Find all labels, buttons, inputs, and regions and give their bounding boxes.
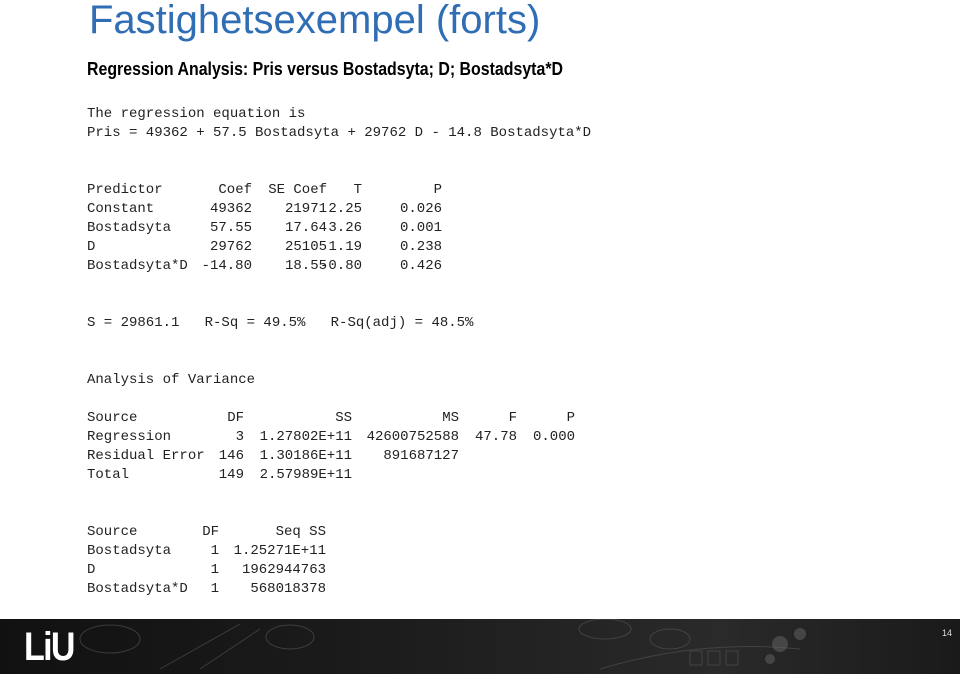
table-cell: 149 <box>218 467 244 483</box>
column-header: P <box>566 410 575 426</box>
footer-bar: LiU 14 <box>0 619 960 674</box>
table-cell: Residual Error <box>87 448 205 464</box>
anova-title: Analysis of Variance <box>87 372 256 388</box>
table-cell: 0.238 <box>399 239 442 255</box>
table-cell: 1 <box>210 581 219 597</box>
slide-subtitle: Regression Analysis: Pris versus Bostads… <box>87 58 563 79</box>
table-cell: 0.026 <box>399 201 442 217</box>
column-header: Coef <box>218 182 252 198</box>
equation-intro: The regression equation is <box>87 106 306 122</box>
table-cell: 568018378 <box>250 581 326 597</box>
column-header: DF <box>227 410 244 426</box>
table-cell: 2.57989E+11 <box>259 467 352 483</box>
table-cell: D <box>87 562 96 578</box>
table-cell: 0.001 <box>399 220 442 236</box>
table-cell: 1 <box>210 543 219 559</box>
fit-summary: S = 29861.1 R-Sq = 49.5% R-Sq(adj) = 48.… <box>87 315 474 331</box>
table-cell: 1.27802E+11 <box>259 429 352 445</box>
slide-title: Fastighetsexempel (forts) <box>89 0 541 42</box>
table-cell: -14.80 <box>201 258 252 274</box>
table-cell: -0.80 <box>319 258 362 274</box>
table-cell: Regression <box>87 429 172 445</box>
table-cell: 1.30186E+11 <box>259 448 352 464</box>
column-header: MS <box>442 410 459 426</box>
column-header: F <box>508 410 517 426</box>
column-header: P <box>433 182 442 198</box>
table-cell: 3.26 <box>328 220 362 236</box>
table-cell: 17.64 <box>284 220 327 236</box>
table-cell: 47.78 <box>474 429 517 445</box>
liu-logo: LiU <box>24 625 75 669</box>
column-header: SE Coef <box>268 182 327 198</box>
table-cell: 1.19 <box>328 239 362 255</box>
column-header: DF <box>202 524 219 540</box>
table-cell: 1 <box>210 562 219 578</box>
table-cell: 0.426 <box>399 258 442 274</box>
column-header: Source <box>87 524 138 540</box>
equation-formula: Pris = 49362 + 57.5 Bostadsyta + 29762 D… <box>87 125 592 141</box>
table-cell: 57.55 <box>209 220 252 236</box>
table-cell: 29762 <box>209 239 252 255</box>
table-cell: 146 <box>218 448 244 464</box>
column-header: Seq SS <box>275 524 326 540</box>
table-cell: Constant <box>87 201 155 217</box>
table-cell: Bostadsyta <box>87 543 172 559</box>
table-cell: Bostadsyta <box>87 220 172 236</box>
column-header: Source <box>87 410 138 426</box>
table-cell: Bostadsyta*D <box>87 258 188 274</box>
table-cell: 891687127 <box>383 448 459 464</box>
table-cell: Total <box>87 467 130 483</box>
table-cell: D <box>87 239 96 255</box>
table-cell: 1962944763 <box>241 562 326 578</box>
chalkboard-decoration <box>79 619 806 670</box>
table-cell: 25105 <box>284 239 327 255</box>
column-header: Predictor <box>87 182 163 198</box>
table-cell: Bostadsyta*D <box>87 581 188 597</box>
table-cell: 2.25 <box>328 201 362 217</box>
table-cell: 49362 <box>209 201 252 217</box>
table-cell: 1.25271E+11 <box>233 543 326 559</box>
table-cell: 3 <box>235 429 244 445</box>
column-header: SS <box>335 410 352 426</box>
table-cell: 42600752588 <box>366 429 459 445</box>
table-cell: 21971 <box>284 201 327 217</box>
table-cell: 0.000 <box>532 429 575 445</box>
page-number: 14 <box>941 628 952 638</box>
column-header: T <box>353 182 362 198</box>
